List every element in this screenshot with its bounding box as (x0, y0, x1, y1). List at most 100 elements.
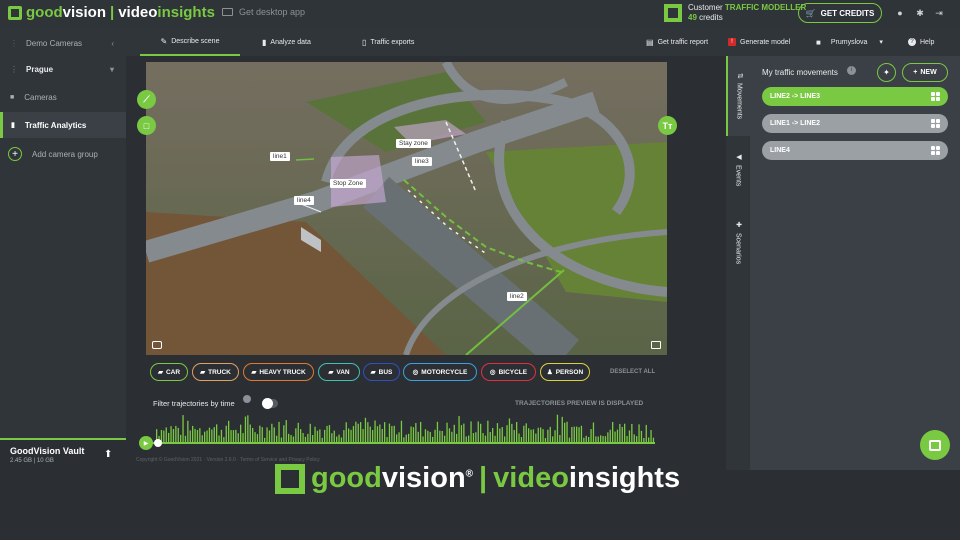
histogram-bar (458, 416, 460, 442)
line-label[interactable]: line1 (270, 152, 290, 161)
sidebar-item-cameras[interactable]: ■ Cameras (0, 90, 126, 104)
histogram-bar (254, 432, 256, 442)
line-label[interactable]: line4 (294, 196, 314, 205)
tab-scenarios[interactable]: ✚ Scenarios (726, 210, 750, 275)
grid-icon[interactable] (931, 119, 940, 128)
play-button[interactable]: ▶ (139, 436, 153, 450)
histogram-bar (360, 422, 362, 442)
line-label[interactable]: line3 (412, 157, 432, 166)
logout-icon[interactable]: ⇥ (934, 8, 944, 18)
bell-icon[interactable]: ● (895, 8, 905, 18)
movement-item[interactable]: LINE2 -> LINE3 (762, 87, 948, 106)
class-chip-car[interactable]: ▰ CAR (150, 363, 188, 381)
timeline-handle[interactable] (154, 439, 162, 447)
class-chip-bicycle[interactable]: ◎ BICYCLE (481, 363, 536, 381)
chevron-down-icon[interactable]: ▾ (110, 65, 114, 74)
tab-traffic-exports[interactable]: ▯ Traffic exports (362, 28, 414, 56)
customer-logo (664, 4, 682, 22)
histogram-bar (367, 422, 369, 442)
filter-toggle[interactable] (262, 398, 278, 409)
histogram-bar (343, 430, 345, 442)
histogram-bar (314, 426, 316, 442)
chat-button[interactable] (920, 430, 950, 460)
zone-label[interactable]: Stop Zone (330, 179, 366, 188)
zone-label[interactable]: Stay zone (396, 139, 431, 148)
new-movement-button[interactable]: + NEW (902, 63, 948, 82)
camera-select[interactable]: ■ Prumyslova ▾ (816, 28, 883, 56)
histogram-bar (307, 433, 309, 442)
plus-icon: + (8, 147, 22, 161)
time-histogram[interactable] (146, 410, 661, 444)
get-credits-button[interactable]: 🛒 GET CREDITS (798, 3, 882, 23)
histogram-bar (631, 423, 633, 442)
timeline-track[interactable] (146, 442, 655, 444)
get-desktop-app-link[interactable]: Get desktop app (222, 7, 305, 17)
histogram-bar (187, 420, 189, 442)
histogram-bar (240, 424, 242, 442)
draw-zone-button[interactable]: □ (137, 116, 156, 135)
histogram-bar (559, 434, 561, 442)
deselect-all-button[interactable]: DESELECT ALL (610, 369, 655, 375)
histogram-bar (355, 421, 357, 442)
megaphone-icon: ◀ (735, 153, 742, 162)
histogram-bar (650, 430, 652, 442)
class-chip-bus[interactable]: ▰ BUS (363, 363, 400, 381)
text-tool-button[interactable]: Tт (658, 116, 677, 135)
image-icon[interactable] (651, 341, 661, 349)
upload-icon[interactable]: ⬆ (104, 449, 112, 460)
histogram-bar (225, 425, 227, 442)
get-traffic-report-button[interactable]: ▤ Get traffic report (646, 28, 708, 56)
info-icon[interactable]: i (847, 66, 856, 75)
tab-events[interactable]: ◀ Events (726, 140, 750, 200)
class-chip-motorcycle[interactable]: ◎ MOTORCYCLE (403, 363, 477, 381)
app-logo[interactable]: good vision | video insights (8, 4, 215, 21)
generate-model-button[interactable]: ! Generate model (728, 28, 790, 56)
document-icon: ▯ (362, 37, 367, 47)
histogram-bar (213, 427, 215, 442)
histogram-bar (530, 429, 532, 442)
help-button[interactable]: ? Help (908, 28, 934, 56)
histogram-bar (441, 430, 443, 442)
tab-describe-scene[interactable]: ✎ Describe scene (140, 28, 240, 56)
histogram-bar (348, 428, 350, 442)
sidebar-item-prague[interactable]: ⋮ Prague ▾ (0, 62, 126, 76)
tab-movements[interactable]: ⇅ Movements (726, 56, 750, 136)
puzzle-icon: ✚ (735, 220, 742, 229)
add-camera-group-button[interactable]: + Add camera group (0, 146, 126, 162)
tab-analyze-data[interactable]: ▮ Analyze data (262, 28, 311, 56)
histogram-bar (436, 421, 439, 442)
histogram-bar (393, 425, 395, 442)
class-chip-heavy-truck[interactable]: ▰ HEAVY TRUCK (243, 363, 314, 381)
class-chip-van[interactable]: ▰ VAN (318, 363, 360, 381)
histogram-bar (199, 428, 201, 442)
info-icon[interactable] (243, 395, 251, 403)
grid-icon[interactable] (931, 92, 940, 101)
histogram-bar (482, 433, 484, 442)
histogram-bar (249, 424, 251, 442)
sidebar-item-demo-cameras[interactable]: ⋮ Demo Cameras ‹ (0, 36, 126, 50)
draw-line-button[interactable]: ⟋ (137, 90, 156, 109)
line-label[interactable]: line2 (507, 292, 527, 301)
histogram-bar (376, 426, 379, 442)
movement-item[interactable]: LINE1 -> LINE2 (762, 114, 948, 133)
movement-item[interactable]: LINE4 (762, 141, 948, 160)
screenshot-icon[interactable] (152, 341, 162, 349)
sidebar-item-traffic-analytics[interactable]: ▮ Traffic Analytics (0, 112, 126, 138)
histogram-bar (384, 422, 386, 442)
histogram-bar (489, 431, 491, 442)
class-chip-truck[interactable]: ▰ TRUCK (192, 363, 239, 381)
auto-generate-button[interactable]: ✦ (877, 63, 896, 82)
histogram-bar (247, 415, 249, 442)
camera-view[interactable]: line1 Stay zone line3 Stop Zone line4 li… (146, 62, 667, 355)
plus-icon: + (913, 69, 918, 76)
histogram-bar (487, 420, 489, 442)
gear-icon[interactable]: ✱ (915, 8, 925, 18)
grid-icon[interactable] (931, 146, 940, 155)
chat-icon (929, 439, 941, 451)
class-chip-person[interactable]: ♟ PERSON (540, 363, 590, 381)
histogram-bar (501, 427, 503, 442)
chevron-left-icon[interactable]: ‹ (111, 39, 114, 48)
histogram-bar (374, 420, 376, 442)
histogram-bar (460, 425, 463, 442)
histogram-bar (165, 427, 167, 442)
